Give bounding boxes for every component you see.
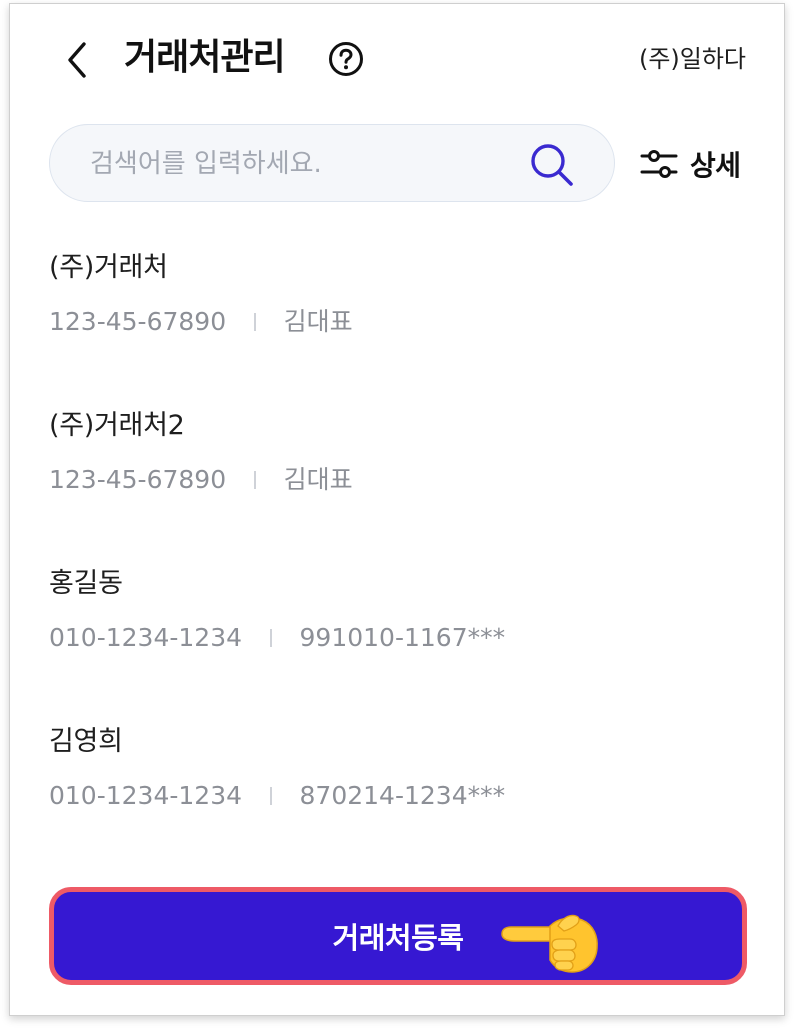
client-item[interactable]: (주)거래처2 123-45-67890 김대표 bbox=[10, 394, 784, 552]
meta-divider bbox=[254, 471, 256, 489]
client-id-number: 870214-1234*** bbox=[299, 781, 506, 810]
search-bar bbox=[49, 124, 615, 202]
client-item[interactable]: 홍길동 010-1234-1234 991010-1167*** bbox=[10, 552, 784, 710]
client-representative: 김대표 bbox=[283, 307, 353, 336]
search-input[interactable] bbox=[88, 143, 512, 185]
meta-divider bbox=[270, 629, 272, 647]
meta-divider bbox=[270, 787, 272, 805]
client-name: 홍길동 bbox=[49, 568, 123, 599]
detail-filter-button[interactable]: 상세 bbox=[640, 142, 741, 186]
client-meta: 010-1234-1234 870214-1234*** bbox=[49, 778, 505, 814]
pointing-hand-icon bbox=[501, 914, 598, 973]
client-name: (주)거래처 bbox=[49, 252, 168, 283]
client-item[interactable]: (주)거래처 123-45-67890 김대표 bbox=[10, 236, 784, 394]
app-screen: 거래처관리 (주)일하다 상세 (주)거래처 bbox=[9, 3, 785, 1016]
register-client-label: 거래처등록 bbox=[332, 921, 464, 955]
client-phone: 010-1234-1234 bbox=[49, 781, 243, 810]
search-button[interactable] bbox=[529, 142, 575, 188]
sliders-icon bbox=[640, 150, 678, 178]
meta-divider bbox=[254, 313, 256, 331]
client-item[interactable]: 김영희 010-1234-1234 870214-1234*** bbox=[10, 710, 784, 868]
company-name[interactable]: (주)일하다 bbox=[639, 42, 746, 76]
page-title: 거래처관리 bbox=[124, 37, 286, 78]
chevron-left-icon bbox=[68, 42, 86, 78]
register-client-button[interactable]: 거래처등록 bbox=[49, 887, 747, 985]
header: 거래처관리 (주)일하다 bbox=[10, 4, 784, 112]
detail-filter-label: 상세 bbox=[690, 149, 741, 182]
client-business-number: 123-45-67890 bbox=[49, 307, 227, 336]
client-list: (주)거래처 123-45-67890 김대표 (주)거래처2 123-45-6… bbox=[10, 236, 784, 868]
back-button[interactable] bbox=[60, 40, 96, 80]
help-button[interactable] bbox=[328, 41, 364, 77]
question-circle-icon bbox=[329, 42, 363, 76]
client-business-number: 123-45-67890 bbox=[49, 465, 227, 494]
client-meta: 123-45-67890 김대표 bbox=[49, 462, 353, 498]
client-meta: 123-45-67890 김대표 bbox=[49, 304, 353, 340]
search-icon bbox=[531, 144, 573, 186]
client-phone: 010-1234-1234 bbox=[49, 623, 243, 652]
client-name: (주)거래처2 bbox=[49, 410, 185, 441]
client-id-number: 991010-1167*** bbox=[299, 623, 506, 652]
client-name: 김영희 bbox=[49, 726, 123, 757]
client-representative: 김대표 bbox=[283, 465, 353, 494]
client-meta: 010-1234-1234 991010-1167*** bbox=[49, 620, 505, 656]
